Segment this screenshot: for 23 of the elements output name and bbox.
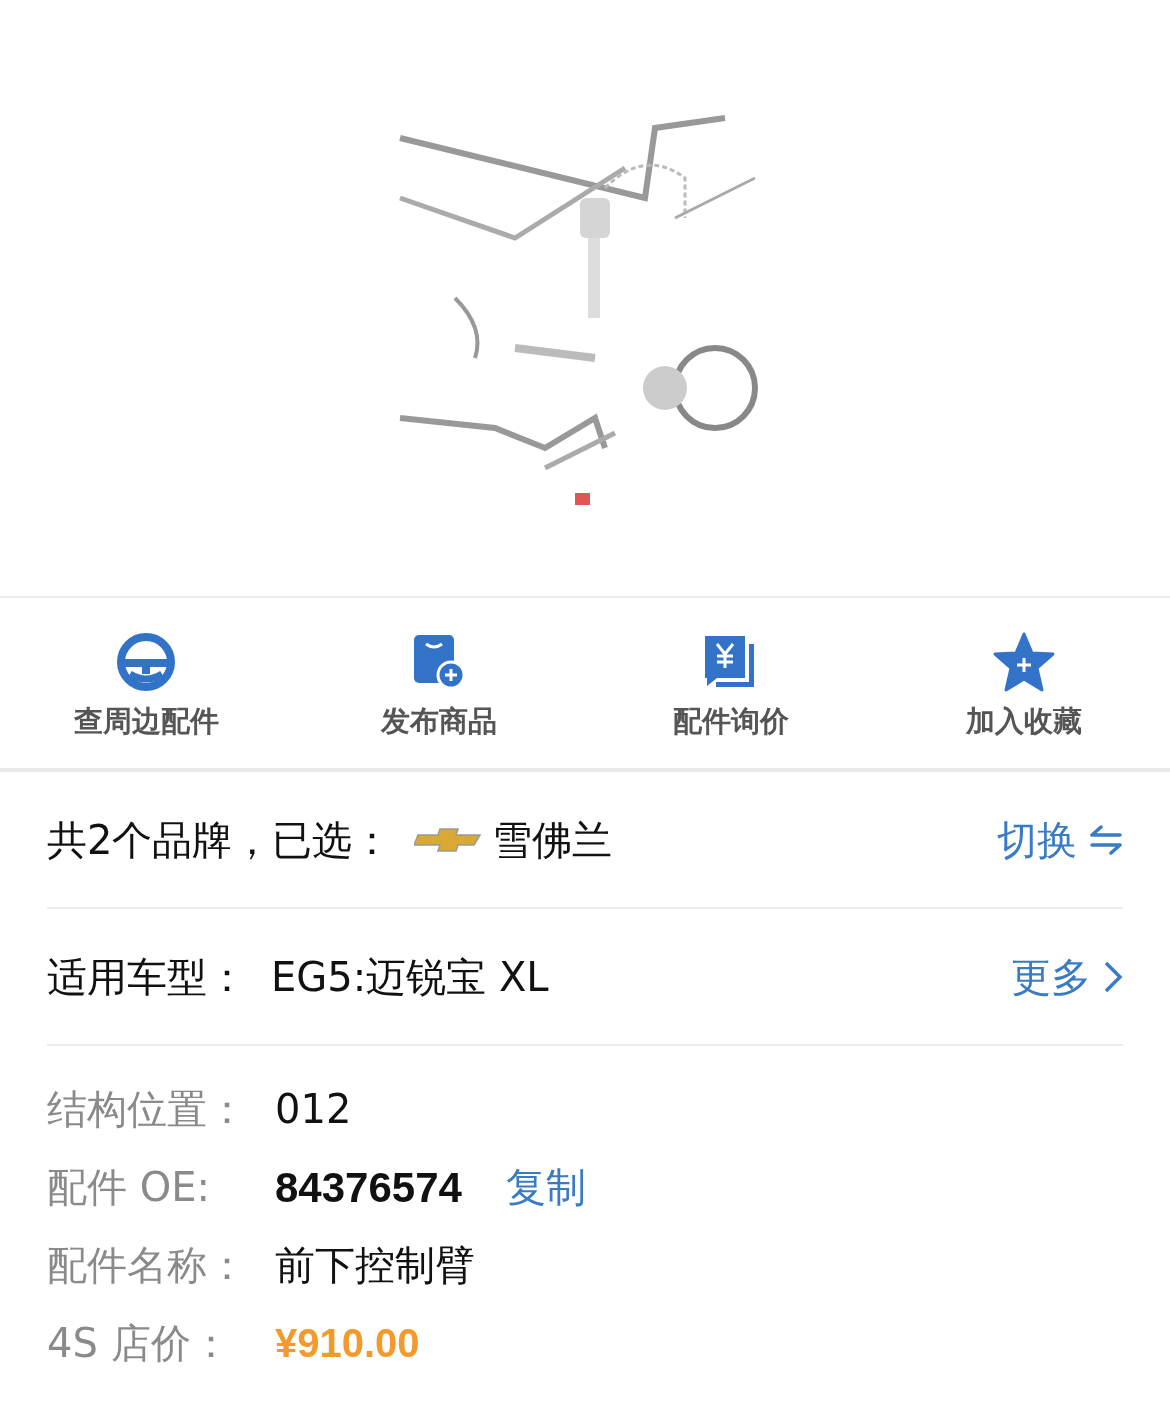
detail-value: ¥910.00 [275,1320,420,1367]
model-value: EG5:迈锐宝 XL [271,952,549,1002]
chevron-right-icon [1103,959,1123,994]
detail-value: 前下控制臂 [275,1241,475,1290]
detail-value: 012 [275,1085,352,1134]
star-plus-icon [992,632,1055,692]
action-label[interactable]: 查周边配件 [73,700,219,744]
brand-name: 雪佛兰 [492,815,613,865]
more-link[interactable]: 更多 [1011,946,1123,1007]
detail-label: 结构位置： [47,1085,248,1134]
detail-label: 配件名称： [47,1241,248,1290]
copy-link[interactable]: 复制 [505,1157,586,1217]
steering-wheel-icon [116,632,177,692]
switch-link[interactable]: 切换 [997,809,1123,870]
brand-count-text: 共2个品牌，已选： [47,815,393,865]
detail-label: 4S 店价： [47,1319,232,1368]
detail-label: 配件 OE: [47,1163,211,1212]
swap-arrows-icon [1089,824,1123,855]
action-label[interactable]: 配件询价 [673,700,790,744]
model-label: 适用车型： [47,952,247,1002]
action-label[interactable]: 加入收藏 [965,700,1082,744]
action-label[interactable]: 发布商品 [380,700,497,744]
detail-value: 84376574 [275,1162,462,1213]
